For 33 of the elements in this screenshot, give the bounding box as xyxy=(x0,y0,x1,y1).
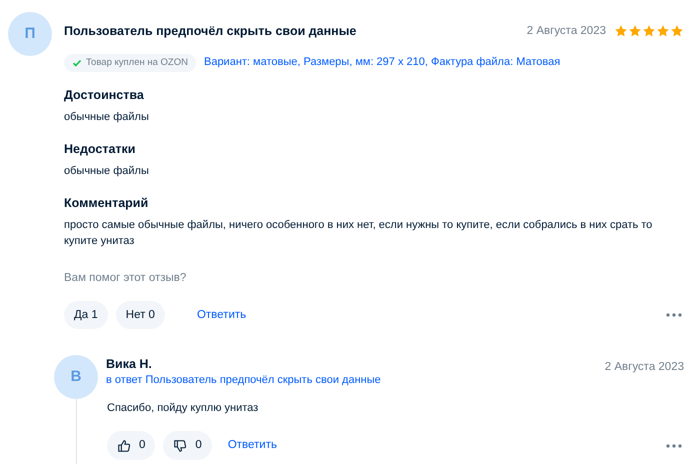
author-name: Вика Н. xyxy=(106,356,153,374)
star-icon xyxy=(656,24,670,38)
thumbs-down-icon xyxy=(173,438,188,453)
author-name: Пользователь предпочёл скрыть свои данные xyxy=(64,23,358,40)
section-text: просто самые обычные файлы, ничего особенного в них нет, если нужны то купите, если собрались в них срать то купите унитаз xyxy=(64,218,654,250)
avatar: В xyxy=(54,355,98,400)
thumbs-up-icon xyxy=(117,438,131,453)
reply-link[interactable]: Ответить xyxy=(228,437,277,454)
in-reply-link[interactable]: в ответ Пользователь предпочёл скрыть свои данные xyxy=(106,373,605,390)
more-icon[interactable] xyxy=(664,442,684,450)
star-icon xyxy=(670,24,684,38)
reply-text: Спасибо, пойду куплю унитаз xyxy=(107,401,260,416)
review-date: 2 Августа 2023 xyxy=(526,24,606,39)
vote-button[interactable]: Нет 0 xyxy=(116,300,165,330)
reply-link[interactable]: Ответить xyxy=(196,306,246,324)
variant-link[interactable]: Вариант: матовые, Размеры, мм: 297 x 210, Фактура файла: Матовая xyxy=(204,55,560,71)
section-text: обычные файлы xyxy=(64,164,150,180)
avatar: П xyxy=(8,12,52,56)
more-icon[interactable] xyxy=(664,311,684,320)
star-icon xyxy=(614,24,628,38)
section-title: Недостатки xyxy=(64,140,136,158)
section-title: Достоинства xyxy=(64,86,145,104)
check-icon xyxy=(72,58,82,68)
section-text: обычные файлы xyxy=(64,110,150,126)
reply-date: 2 Августа 2023 xyxy=(604,360,684,376)
star-icon xyxy=(628,24,642,38)
section-title: Комментарий xyxy=(64,195,150,212)
dislike-button[interactable]: 0 xyxy=(163,431,212,460)
vote-button[interactable]: Да 1 xyxy=(64,300,108,330)
helpful-question: Вам помог этот отзыв? xyxy=(64,271,188,286)
star-icon xyxy=(642,24,656,38)
like-button[interactable]: 0 xyxy=(107,431,156,460)
purchase-badge: Товар куплен на OZON xyxy=(64,54,196,72)
